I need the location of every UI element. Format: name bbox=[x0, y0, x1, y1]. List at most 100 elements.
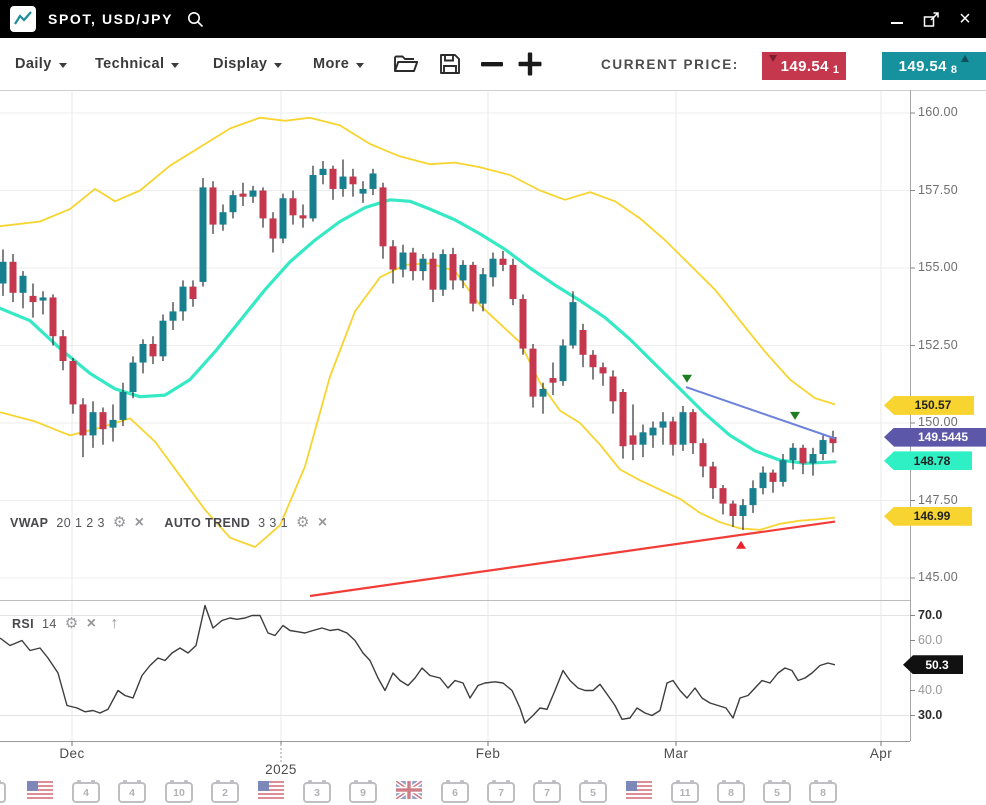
candle bbox=[130, 356, 137, 398]
calendar-event-icon[interactable]: 4 bbox=[72, 782, 100, 803]
calendar-day-number: 10 bbox=[173, 787, 185, 799]
chevron-down-icon bbox=[59, 63, 67, 68]
calendar-event-icon[interactable]: 10 bbox=[165, 782, 193, 803]
calendar-day-number: 5 bbox=[590, 787, 596, 799]
auto-trend-settings-gear-icon[interactable]: ⚙ bbox=[296, 517, 310, 529]
vwap-indicator-label: VWAP bbox=[10, 516, 48, 530]
vwap-remove-icon[interactable]: × bbox=[135, 517, 145, 529]
candle bbox=[220, 204, 227, 230]
vwap-line bbox=[0, 200, 835, 464]
candle bbox=[260, 187, 267, 227]
candle bbox=[590, 350, 597, 379]
candle bbox=[370, 169, 377, 195]
title-bar: SPOT, USD/JPY × bbox=[0, 0, 986, 38]
candle bbox=[0, 249, 7, 296]
candle bbox=[270, 212, 277, 252]
menu-daily[interactable]: Daily bbox=[15, 38, 67, 90]
menu-technical[interactable]: Technical bbox=[95, 38, 179, 90]
auto-trend-remove-icon[interactable]: × bbox=[318, 517, 328, 529]
price-tick-label: 152.50 bbox=[918, 338, 958, 352]
calendar-event-icon[interactable]: 6 bbox=[441, 782, 469, 803]
month-label: 2025 bbox=[265, 762, 297, 777]
flag-uk-icon[interactable] bbox=[396, 781, 422, 804]
zoom-in-icon[interactable] bbox=[517, 38, 543, 90]
flag-us-icon[interactable] bbox=[626, 781, 652, 804]
candle bbox=[710, 462, 717, 499]
menu-daily-label: Daily bbox=[15, 56, 52, 72]
price-tick-label: 155.00 bbox=[918, 260, 958, 274]
candle bbox=[70, 358, 77, 414]
indicator-labels-row: VWAP 20 1 2 3 ⚙ × AUTO TREND 3 3 1 ⚙ × bbox=[10, 516, 328, 530]
candle bbox=[430, 253, 437, 303]
candle bbox=[670, 417, 677, 456]
chevron-down-icon bbox=[356, 63, 364, 68]
candle bbox=[60, 330, 67, 370]
zoom-out-icon[interactable] bbox=[480, 38, 504, 90]
rsi-remove-icon[interactable]: × bbox=[87, 618, 97, 630]
trendline-support[interactable] bbox=[310, 522, 835, 596]
calendar-day-number: 11 bbox=[679, 787, 690, 799]
calendar-event-icon[interactable]: 3 bbox=[303, 782, 331, 803]
search-icon[interactable] bbox=[187, 11, 204, 28]
candle bbox=[510, 259, 517, 306]
price-badge: 146.99 bbox=[884, 507, 972, 526]
window-controls: × bbox=[888, 10, 974, 28]
close-button[interactable]: × bbox=[956, 10, 974, 28]
triangle-down-marker-icon bbox=[682, 375, 692, 383]
candle bbox=[190, 280, 197, 306]
trendline-resistance[interactable] bbox=[686, 387, 835, 438]
calendar-day-number: 7 bbox=[544, 787, 550, 799]
rsi-tick-label: 60.0 bbox=[918, 633, 942, 647]
app-logo-chart-icon bbox=[10, 6, 36, 32]
chart-window: { "title_bar": {"title": "SPOT, USD/JPY"… bbox=[0, 0, 986, 805]
calendar-event-icon[interactable]: 7 bbox=[533, 782, 561, 803]
calendar-event-icon[interactable]: 8 bbox=[717, 782, 745, 803]
calendar-day-number: 4 bbox=[129, 787, 135, 799]
menu-more[interactable]: More bbox=[313, 38, 364, 90]
candle bbox=[700, 439, 707, 478]
auto-trend-indicator-label: AUTO TREND bbox=[164, 516, 250, 530]
popout-button[interactable] bbox=[922, 10, 940, 28]
calendar-event-icon[interactable]: 2 bbox=[211, 782, 239, 803]
candle bbox=[340, 160, 347, 197]
open-folder-icon[interactable] bbox=[393, 38, 420, 90]
candle bbox=[350, 169, 357, 197]
minimize-button[interactable] bbox=[888, 10, 906, 28]
candle bbox=[390, 240, 397, 283]
candle bbox=[580, 324, 587, 367]
calendar-day-number: 7 bbox=[498, 787, 504, 799]
ask-price: 149.54 bbox=[899, 58, 947, 75]
triangle-down-marker-icon bbox=[790, 412, 800, 420]
candle bbox=[100, 408, 107, 445]
calendar-event-icon[interactable]: 5 bbox=[763, 782, 791, 803]
flag-us-icon[interactable] bbox=[27, 781, 53, 804]
month-label: Mar bbox=[664, 746, 688, 761]
chart-canvas[interactable] bbox=[0, 0, 986, 805]
candle bbox=[360, 181, 367, 203]
vwap-settings-gear-icon[interactable]: ⚙ bbox=[113, 517, 127, 529]
price-badge: 149.5445 bbox=[884, 428, 986, 447]
rsi-indicator-params: 14 bbox=[42, 617, 57, 631]
bollinger-upper-band bbox=[0, 118, 835, 405]
rsi-line bbox=[0, 606, 835, 724]
flag-us-icon[interactable] bbox=[258, 781, 284, 804]
candle bbox=[160, 315, 167, 362]
candle bbox=[250, 186, 257, 203]
candle bbox=[410, 248, 417, 281]
rsi-settings-gear-icon[interactable]: ⚙ bbox=[65, 618, 79, 630]
calendar-event-icon[interactable] bbox=[0, 782, 6, 803]
calendar-event-icon[interactable]: 7 bbox=[487, 782, 515, 803]
rsi-move-up-icon[interactable]: ↑ bbox=[110, 618, 118, 630]
save-icon[interactable] bbox=[438, 38, 462, 90]
calendar-event-icon[interactable]: 8 bbox=[809, 782, 837, 803]
calendar-event-icon[interactable]: 4 bbox=[118, 782, 146, 803]
calendar-event-icon[interactable]: 9 bbox=[349, 782, 377, 803]
calendar-day-number: 9 bbox=[360, 787, 366, 799]
calendar-day-number: 3 bbox=[314, 787, 320, 799]
rsi-tick-label: 30.0 bbox=[918, 708, 942, 722]
menu-display[interactable]: Display bbox=[213, 38, 282, 90]
calendar-event-icon[interactable]: 11 bbox=[671, 782, 699, 803]
candle bbox=[170, 302, 177, 330]
calendar-event-icon[interactable]: 5 bbox=[579, 782, 607, 803]
candle bbox=[140, 339, 147, 373]
